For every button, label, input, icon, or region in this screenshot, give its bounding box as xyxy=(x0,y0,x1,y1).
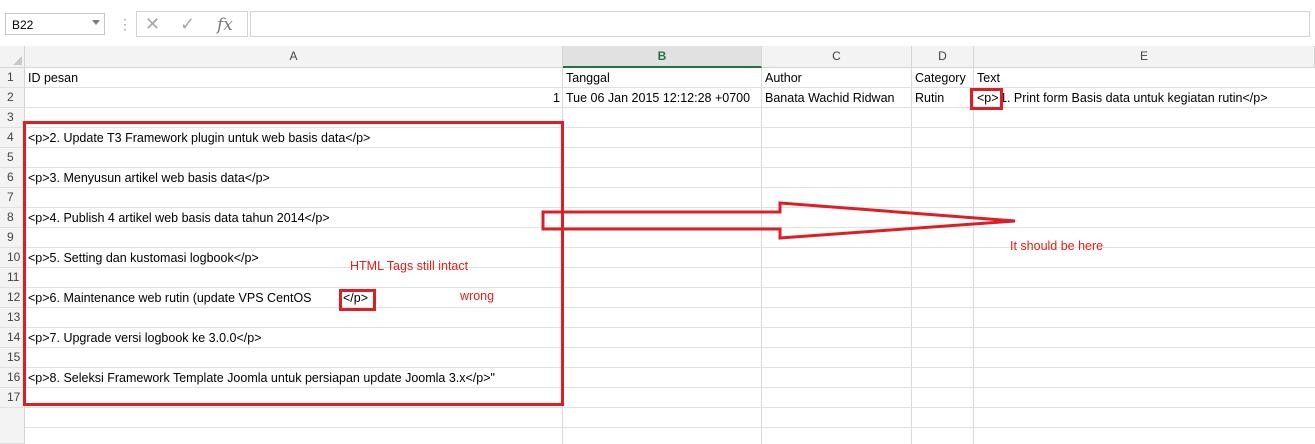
insert-function-icon[interactable]: fx xyxy=(217,15,233,35)
right-arrow-icon xyxy=(541,201,1016,240)
formula-bar: B22 ⋮ ✕ ✓ fx xyxy=(0,0,1315,46)
cancel-icon[interactable]: ✕ xyxy=(145,14,160,35)
vertical-dots-icon: ⋮ xyxy=(118,16,132,32)
name-box[interactable]: B22 xyxy=(5,13,105,35)
spreadsheet-grid: A B C D E 1 2 3 4 5 6 7 8 9 10 11 12 13 … xyxy=(0,46,1315,444)
chevron-down-icon[interactable] xyxy=(92,20,100,25)
formula-buttons: ✕ ✓ fx xyxy=(136,11,248,37)
name-box-value: B22 xyxy=(12,18,34,32)
formula-input[interactable] xyxy=(250,11,1310,37)
check-icon[interactable]: ✓ xyxy=(180,14,195,35)
